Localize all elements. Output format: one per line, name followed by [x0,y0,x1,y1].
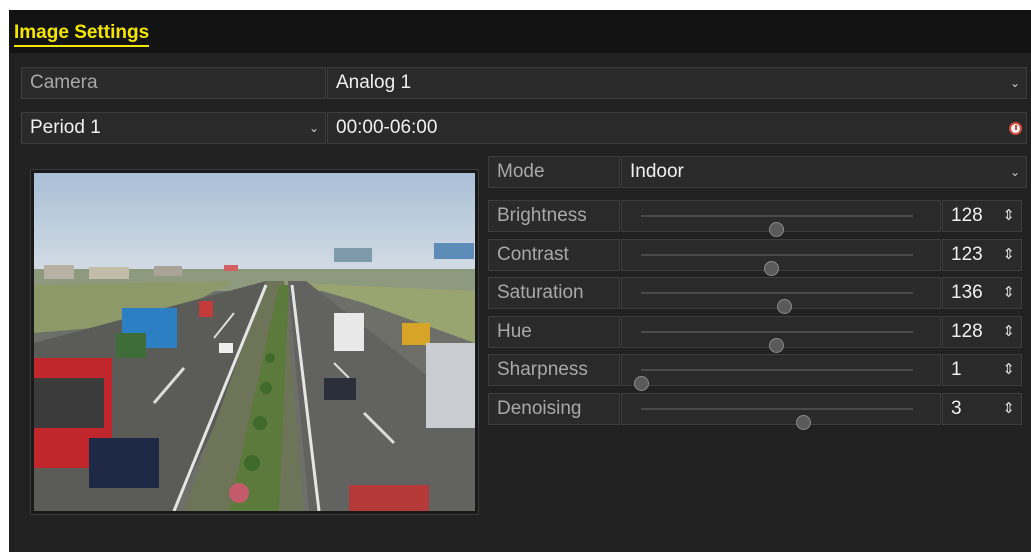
slider-track[interactable] [641,331,913,353]
camera-select-value: Analog 1 [336,72,412,93]
image-settings-panel: Image Settings Camera Analog 1 ⌄ Period … [9,10,1031,552]
slider-value: 128 [951,205,983,226]
slider-label: Contrast [488,239,620,271]
value-stepper[interactable]: 1 ⇕ [942,354,1022,386]
slider-value: 136 [951,282,983,303]
highway-preview-image [34,173,475,511]
slider[interactable] [621,316,941,353]
slider-track[interactable] [641,292,913,314]
slider-label: Denoising [488,393,620,425]
slider-value: 123 [951,244,983,265]
value-stepper[interactable]: 128 ⇕ [942,316,1022,348]
camera-label: Camera [21,67,326,99]
value-stepper[interactable]: 128 ⇕ [942,200,1022,232]
clock-icon[interactable] [1009,122,1022,135]
slider-thumb[interactable] [634,376,650,391]
slider[interactable] [621,393,941,430]
slider-row-brightness: Brightness 128 ⇕ [488,200,1028,237]
slider-thumb[interactable] [769,222,784,237]
slider-thumb[interactable] [777,299,793,314]
spinner-arrows-icon[interactable]: ⇕ [1002,355,1015,385]
mode-select[interactable]: Indoor ⌄ [621,156,1027,188]
slider-thumb[interactable] [763,261,779,276]
slider-track[interactable] [641,215,913,237]
chevron-down-icon: ⌄ [1009,165,1020,179]
chevron-down-icon: ⌄ [1009,76,1020,90]
slider-thumb[interactable] [769,338,784,353]
slider-label: Brightness [488,200,620,232]
slider-row-hue: Hue 128 ⇕ [488,316,1028,353]
slider-value: 128 [951,321,983,342]
mode-label: Mode [488,156,620,188]
slider-row-saturation: Saturation 136 ⇕ [488,277,1028,314]
slider[interactable] [621,200,941,237]
spinner-arrows-icon[interactable]: ⇕ [1002,317,1015,347]
slider-label: Saturation [488,277,620,309]
slider[interactable] [621,239,941,276]
value-stepper[interactable]: 123 ⇕ [942,239,1022,271]
value-stepper[interactable]: 136 ⇕ [942,277,1022,309]
spinner-arrows-icon[interactable]: ⇕ [1002,201,1015,231]
slider-value: 3 [951,398,962,419]
slider-row-sharpness: Sharpness 1 ⇕ [488,354,1028,391]
slider-thumb[interactable] [796,415,812,430]
spinner-arrows-icon[interactable]: ⇕ [1002,394,1015,424]
slider-label: Hue [488,316,620,348]
chevron-down-icon: ⌄ [308,121,319,135]
slider-row-contrast: Contrast 123 ⇕ [488,239,1028,276]
period-time-value: 00:00-06:00 [336,117,438,138]
slider-row-denoising: Denoising 3 ⇕ [488,393,1028,430]
camera-preview [30,169,479,515]
period-time-field[interactable]: 00:00-06:00 [327,112,1027,144]
mode-select-value: Indoor [630,161,684,182]
slider-value: 1 [951,359,962,380]
period-select-value: Period 1 [30,117,101,138]
spinner-arrows-icon[interactable]: ⇕ [1002,240,1015,270]
spinner-arrows-icon[interactable]: ⇕ [1002,278,1015,308]
slider-track[interactable] [641,408,913,430]
slider[interactable] [621,354,941,391]
slider[interactable] [621,277,941,314]
page-title: Image Settings [14,23,150,47]
camera-select[interactable]: Analog 1 ⌄ [327,67,1027,99]
slider-track[interactable] [634,369,913,391]
slider-track[interactable] [641,254,913,276]
slider-label: Sharpness [488,354,620,386]
value-stepper[interactable]: 3 ⇕ [942,393,1022,425]
period-select[interactable]: Period 1 ⌄ [21,112,326,144]
panel-header: Image Settings [9,10,1031,53]
